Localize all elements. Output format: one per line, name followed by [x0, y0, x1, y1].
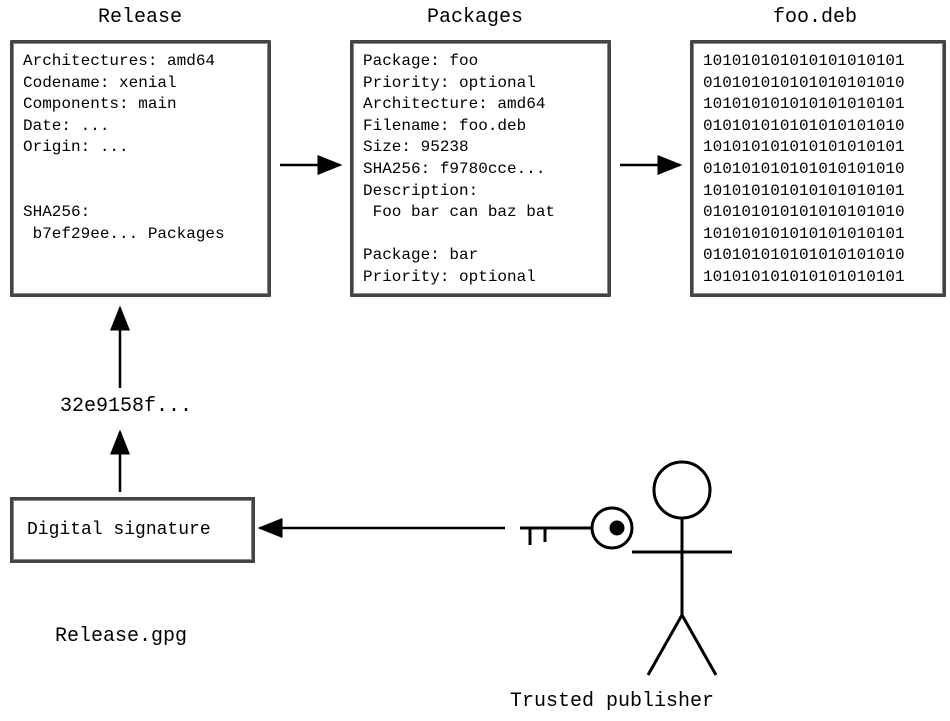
- title-foodeb: foo.deb: [755, 6, 875, 29]
- trusted-publisher-label: Trusted publisher: [510, 690, 714, 713]
- title-release: Release: [80, 6, 200, 29]
- person-icon: [632, 462, 732, 675]
- packages-file-box: Package: foo Priority: optional Architec…: [350, 40, 611, 297]
- foodeb-binary-box: 101010101010101010101 010101010101010101…: [690, 40, 946, 297]
- release-file-box: Architectures: amd64 Codename: xenial Co…: [10, 40, 271, 297]
- title-packages: Packages: [415, 6, 535, 29]
- release-gpg-label: Release.gpg: [55, 625, 187, 648]
- hash-label: 32e9158f...: [60, 395, 192, 418]
- key-icon: [520, 508, 632, 548]
- digital-signature-box: Digital signature: [10, 497, 255, 563]
